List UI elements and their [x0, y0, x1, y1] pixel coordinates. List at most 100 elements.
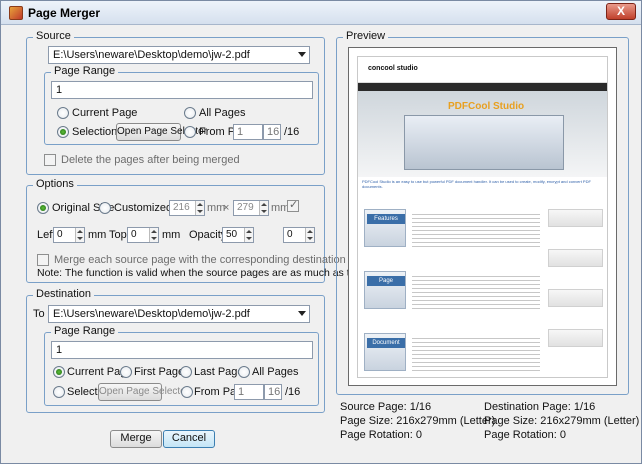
doc-card-tag: Features: [367, 214, 405, 224]
spin-arrows-icon[interactable]: [305, 228, 314, 242]
source-from-page-radio[interactable]: [184, 126, 196, 138]
width-value: 216: [173, 202, 190, 213]
doc-side-box: [548, 329, 603, 347]
preview-group: Preview concool studio PDFCool Studio PD…: [336, 30, 629, 395]
delete-after-merge-checkbox[interactable]: [44, 154, 56, 166]
dest-open-page-selector-button[interactable]: Open Page Selector: [98, 383, 189, 401]
destination-page-range-legend: Page Range: [51, 325, 119, 337]
source-current-page-radio[interactable]: [57, 107, 69, 119]
preview-legend: Preview: [343, 30, 389, 42]
left-spinner[interactable]: 0: [53, 227, 85, 243]
spin-arrows-icon[interactable]: [195, 201, 204, 215]
chevron-down-icon[interactable]: [298, 52, 306, 57]
destination-file-path: E:\Users\neware\Desktop\demo\jw-2.pdf: [53, 308, 250, 320]
source-rotation-info: Page Rotation: 0: [340, 429, 422, 441]
doc-card-text: [412, 335, 540, 373]
height-spinner[interactable]: 279: [233, 200, 269, 216]
chevron-down-icon[interactable]: [298, 311, 306, 316]
source-file-combo[interactable]: E:\Users\neware\Desktop\demo\jw-2.pdf: [48, 46, 310, 64]
doc-card-features: Features: [364, 209, 542, 263]
source-all-pages-label: All Pages: [199, 107, 246, 119]
dest-first-page-radio[interactable]: [120, 366, 132, 378]
top-spinner[interactable]: 0: [127, 227, 159, 243]
dest-to-input[interactable]: 16: [264, 384, 282, 400]
spin-arrows-icon[interactable]: [259, 201, 268, 215]
doc-card-document: Document: [364, 333, 542, 377]
source-open-page-selector-button[interactable]: Open Page Selector: [116, 123, 207, 141]
destination-file-combo[interactable]: E:\Users\neware\Desktop\demo\jw-2.pdf: [48, 305, 310, 323]
dest-all-pages-label: All Pages: [252, 366, 299, 378]
source-size-info: Page Size: 216x279mm (Letter): [340, 415, 496, 427]
spin-arrows-icon[interactable]: [149, 228, 158, 242]
doc-card-text: [412, 211, 540, 249]
spin-arrows-icon[interactable]: [244, 228, 253, 242]
rotation-value: 0: [287, 229, 293, 240]
dest-from-input[interactable]: 1: [234, 384, 264, 400]
destination-page-range-group: Page Range 1 Current Page First Page Las…: [44, 325, 319, 406]
doc-side-box: [548, 249, 603, 267]
doc-banner-title: PDFCool Studio: [448, 101, 525, 112]
delete-after-merge-label: Delete the pages after being merged: [61, 154, 240, 166]
top-value: 0: [131, 229, 137, 240]
opacity-value: 50: [226, 229, 238, 240]
preview-document: concool studio PDFCool Studio PDFCool St…: [357, 56, 608, 378]
times-sign: ×: [223, 202, 230, 214]
doc-card-page: Page: [364, 271, 542, 325]
dest-selection-radio[interactable]: [53, 386, 65, 398]
source-to-input[interactable]: 16: [263, 124, 281, 140]
title-bar: Page Merger X: [1, 1, 641, 25]
options-group: Options Original Size Customized Size 21…: [26, 178, 444, 283]
source-page-info: Source Page: 1/16: [340, 401, 432, 413]
source-total-pages: /16: [284, 126, 300, 138]
doc-intro-text: PDFCool Studio is an easy to use but pow…: [362, 179, 591, 189]
destination-to-label: To: [33, 308, 45, 320]
source-page-range-group: Page Range 1 Current Page All Pages Sele…: [44, 65, 319, 145]
dest-all-pages-radio[interactable]: [238, 366, 250, 378]
dest-size-info: Page Size: 216x279mm (Letter): [484, 415, 640, 427]
merge-each-label: Merge each source page with the correspo…: [54, 254, 371, 266]
page-merger-window: Page Merger X Source E:\Users\neware\Des…: [0, 0, 642, 464]
opacity-spinner[interactable]: 50: [222, 227, 254, 243]
source-all-pages-radio[interactable]: [184, 107, 196, 119]
destination-page-range-input[interactable]: 1: [51, 341, 313, 359]
top-label: Top: [109, 229, 127, 241]
dest-first-page-label: First Page: [134, 366, 185, 378]
close-button[interactable]: X: [606, 3, 636, 20]
rotation-spinner[interactable]: 0: [283, 227, 315, 243]
width-spinner[interactable]: 216: [169, 200, 205, 216]
spin-arrows-icon[interactable]: [75, 228, 84, 242]
doc-nav-bar: [358, 83, 607, 91]
doc-banner-screenshot: [404, 115, 564, 170]
source-file-path: E:\Users\neware\Desktop\demo\jw-2.pdf: [53, 49, 250, 61]
original-size-radio[interactable]: [37, 202, 49, 214]
source-selection-radio[interactable]: [57, 126, 69, 138]
options-legend: Options: [33, 178, 77, 190]
merge-each-checkbox[interactable]: [37, 254, 49, 266]
dest-last-page-radio[interactable]: [180, 366, 192, 378]
dest-rotation-info: Page Rotation: 0: [484, 429, 566, 441]
preview-page-frame: concool studio PDFCool Studio PDFCool St…: [348, 47, 617, 386]
dest-current-page-radio[interactable]: [53, 366, 65, 378]
doc-card-thumb: Document: [364, 333, 406, 371]
doc-card-thumb: Page: [364, 271, 406, 309]
source-current-page-label: Current Page: [72, 107, 138, 119]
left-unit: mm: [88, 229, 107, 241]
doc-card-thumb: Features: [364, 209, 406, 247]
customized-size-radio[interactable]: [99, 202, 111, 214]
source-page-range-input[interactable]: 1: [51, 81, 313, 99]
merge-button[interactable]: Merge: [110, 430, 162, 448]
app-icon: [9, 6, 23, 20]
destination-legend: Destination: [33, 288, 95, 300]
cancel-button[interactable]: Cancel: [163, 430, 215, 448]
dest-from-page-radio[interactable]: [181, 386, 193, 398]
doc-sidebar: [548, 209, 603, 374]
doc-banner: PDFCool Studio: [358, 91, 607, 177]
doc-logo: concool studio: [368, 65, 418, 72]
height-value: 279: [237, 202, 254, 213]
source-page-range-legend: Page Range: [51, 65, 119, 77]
dest-last-page-label: Last Page: [194, 366, 244, 378]
source-from-input[interactable]: 1: [233, 124, 263, 140]
top-unit: mm: [162, 229, 181, 241]
keep-ratio-checkbox[interactable]: [287, 198, 299, 212]
window-title: Page Merger: [28, 6, 101, 20]
